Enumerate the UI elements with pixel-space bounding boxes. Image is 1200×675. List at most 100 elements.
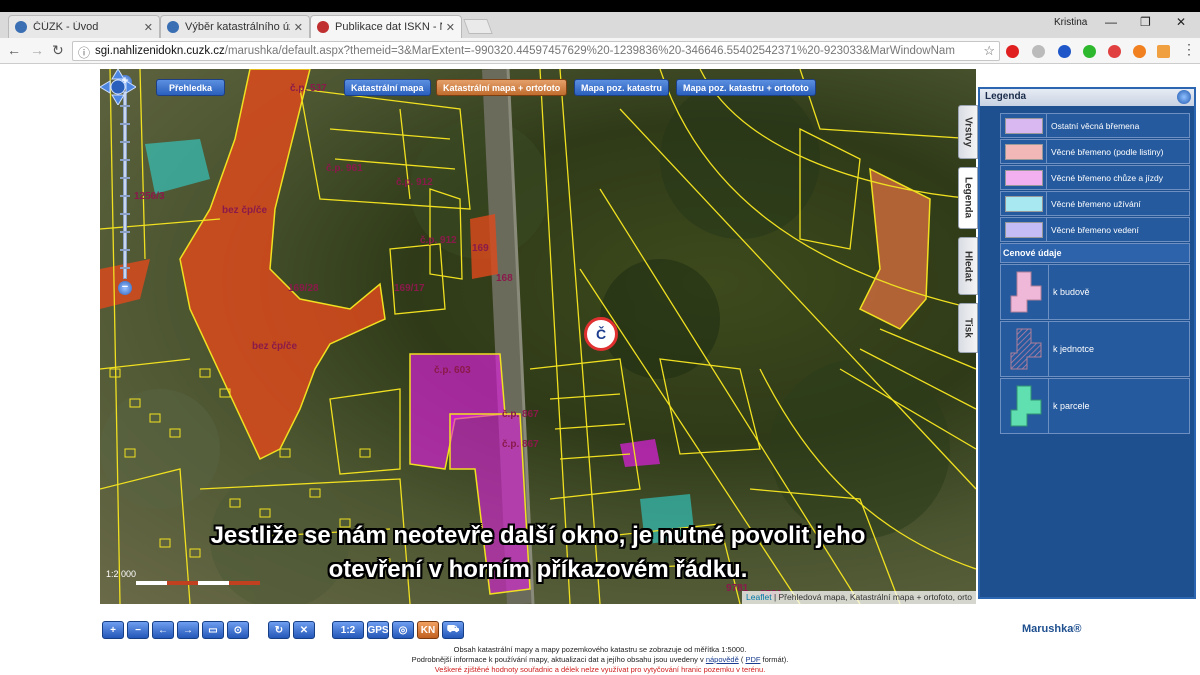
- legend-body: Ostatní věcná břemena Věcné břemeno (pod…: [1000, 113, 1190, 435]
- parcel-price-icon: [1001, 379, 1049, 433]
- price-section-header: Cenové údaje: [1000, 243, 1190, 263]
- zoom-tick[interactable]: [120, 105, 130, 107]
- profile-name[interactable]: Kristina: [1054, 17, 1087, 28]
- tab-label: Tisk: [962, 318, 974, 338]
- legend-title: Legenda: [985, 91, 1027, 102]
- extension-icon[interactable]: [1032, 45, 1045, 58]
- map-attribution: Leaflet | Přehledová mapa, Katastrální m…: [742, 591, 976, 604]
- pan-control-icon[interactable]: [100, 69, 136, 105]
- unit-price-icon: [1001, 322, 1049, 376]
- tab-title: ČÚZK - Úvod: [33, 21, 99, 33]
- zoom-slider[interactable]: + −: [118, 75, 132, 297]
- url-text[interactable]: sgi.nahlizenidokn.cuzk.cz/marushka/defau…: [95, 45, 955, 57]
- new-tab-button[interactable]: [463, 19, 493, 34]
- tab-search[interactable]: Hledat: [958, 237, 978, 295]
- zoom-in-button[interactable]: +: [102, 621, 124, 639]
- cuzk-logo-marker-icon[interactable]: Č: [584, 317, 618, 351]
- parcel-label: 1256/3: [134, 191, 165, 202]
- bookmark-star-icon[interactable]: ☆: [983, 43, 995, 59]
- forward-icon[interactable]: →: [30, 42, 44, 58]
- zoom-box-button[interactable]: ▭: [202, 621, 224, 639]
- legend-swatch: [1001, 140, 1047, 163]
- footer-text: Podrobnější informace k používání mapy, …: [411, 655, 704, 664]
- legend-label: Věcné břemeno (podle listiny): [1051, 146, 1164, 157]
- locate-button[interactable]: ◎: [392, 621, 414, 639]
- globe-icon: [167, 21, 179, 33]
- legend-swatch: [1001, 114, 1047, 137]
- parcel-label: 169/28: [288, 283, 319, 294]
- pdf-link[interactable]: PDF: [745, 655, 760, 664]
- identify-button[interactable]: ⊙: [227, 621, 249, 639]
- zoom-tick[interactable]: [120, 195, 130, 197]
- map-canvas[interactable]: č.p. 537 č.p. 961 č.p. 912 č.p. 912 bez …: [100, 69, 976, 604]
- forward-view-button[interactable]: →: [177, 621, 199, 639]
- s-extension-icon[interactable]: [1133, 45, 1146, 58]
- tab-title: Výběr katastrálního územ: [185, 21, 290, 33]
- browser-tab-strip: ČÚZK - Úvod ✕ Výběr katastrálního územ ✕…: [0, 12, 1200, 38]
- zoom-tick[interactable]: [120, 213, 130, 215]
- zoom-tick[interactable]: [120, 123, 130, 125]
- zoom-tick[interactable]: [120, 141, 130, 143]
- grammarly-icon[interactable]: [1083, 45, 1096, 58]
- color-swatch: [1004, 195, 1043, 212]
- zoom-out-icon[interactable]: −: [118, 281, 132, 295]
- back-icon[interactable]: ←: [7, 42, 21, 58]
- zoom-tick[interactable]: [120, 231, 130, 233]
- minimize-icon[interactable]: —: [1105, 15, 1117, 29]
- mail-extension-icon[interactable]: [1157, 45, 1170, 58]
- tab-land-cadastre-map-orthophoto[interactable]: Mapa poz. katastru + ortofoto: [676, 79, 816, 96]
- map-tools-toolbar: + − ← → ▭ ⊙ ↻ ✕ 1:2 GPS ◎ KN ⛟: [100, 621, 976, 643]
- tab-legend[interactable]: Legenda: [958, 167, 978, 229]
- close-icon[interactable]: ✕: [294, 21, 303, 34]
- panel-toggle-icon[interactable]: [1177, 90, 1191, 104]
- tab-cadastral-map-orthophoto[interactable]: Katastrální mapa + ortofoto: [436, 79, 568, 96]
- maximize-icon[interactable]: ❐: [1140, 15, 1151, 29]
- gps-button[interactable]: GPS: [367, 621, 389, 639]
- cart-button[interactable]: ⛟: [442, 621, 464, 639]
- leaflet-link[interactable]: Leaflet: [746, 592, 772, 602]
- tab-layers[interactable]: Vrstvy: [958, 105, 978, 159]
- parcel-label: č.p. 912: [420, 235, 457, 246]
- browser-tab-vyber[interactable]: Výběr katastrálního územ ✕: [160, 15, 310, 38]
- zoom-tick[interactable]: [120, 249, 130, 251]
- clear-button[interactable]: ✕: [293, 621, 315, 639]
- zoom-tick[interactable]: [120, 267, 130, 269]
- footer-line-1: Obsah katastrální mapy a mapy pozemkovéh…: [453, 645, 747, 654]
- attribution-text: | Přehledová mapa, Katastrální mapa + or…: [773, 592, 972, 602]
- legend-panel: Legenda Ostatní věcná břemena Věcné břem…: [978, 87, 1196, 599]
- kn-button[interactable]: KN: [417, 621, 439, 639]
- info-icon[interactable]: ⓘ: [78, 44, 90, 61]
- reload-icon[interactable]: ↻: [52, 42, 64, 59]
- menu-icon[interactable]: ⋮: [1182, 41, 1196, 58]
- tab-land-cadastre-map[interactable]: Mapa poz. katastru: [574, 79, 670, 96]
- browser-tab-cuzk[interactable]: ČÚZK - Úvod ✕: [8, 15, 160, 38]
- legend-label: Věcné břemeno vedení: [1051, 224, 1139, 235]
- parcel-label: č.p. 537: [290, 83, 327, 94]
- zoom-tick[interactable]: [120, 177, 130, 179]
- parcel-label: č.p. 603: [434, 365, 471, 376]
- zoom-out-button[interactable]: −: [127, 621, 149, 639]
- parcel-label: 169: [472, 243, 489, 254]
- legend-label: Věcné břemeno chůze a jízdy: [1051, 172, 1163, 183]
- tab-print[interactable]: Tisk: [958, 303, 978, 353]
- play-extension-icon[interactable]: [1058, 45, 1071, 58]
- back-view-button[interactable]: ←: [152, 621, 174, 639]
- refresh-button[interactable]: ↻: [268, 621, 290, 639]
- overview-button[interactable]: Přehledka: [156, 79, 226, 96]
- browser-tab-publikace[interactable]: Publikace dat ISKN - Nač ✕: [310, 15, 462, 38]
- scale-button[interactable]: 1:2: [332, 621, 364, 639]
- opera-extension-icon[interactable]: [1006, 45, 1019, 58]
- legend-row: k jednotce: [1000, 321, 1190, 377]
- footer-text: (: [740, 655, 744, 664]
- tab-label: Vrstvy: [962, 116, 974, 148]
- tab-cadastral-map[interactable]: Katastrální mapa: [344, 79, 431, 96]
- video-extension-icon[interactable]: [1108, 45, 1121, 58]
- subtitle-line-1: Jestliže se nám neotevře další okno, je …: [210, 522, 866, 549]
- close-icon[interactable]: ✕: [144, 21, 153, 34]
- help-link[interactable]: nápovědě: [706, 655, 739, 664]
- address-bar[interactable]: ⓘ sgi.nahlizenidokn.cuzk.cz/marushka/def…: [72, 41, 1000, 61]
- window-close-icon[interactable]: ✕: [1176, 15, 1186, 29]
- zoom-tick[interactable]: [120, 159, 130, 161]
- close-icon[interactable]: ✕: [446, 21, 455, 34]
- cuzk-logo-icon: [317, 21, 329, 33]
